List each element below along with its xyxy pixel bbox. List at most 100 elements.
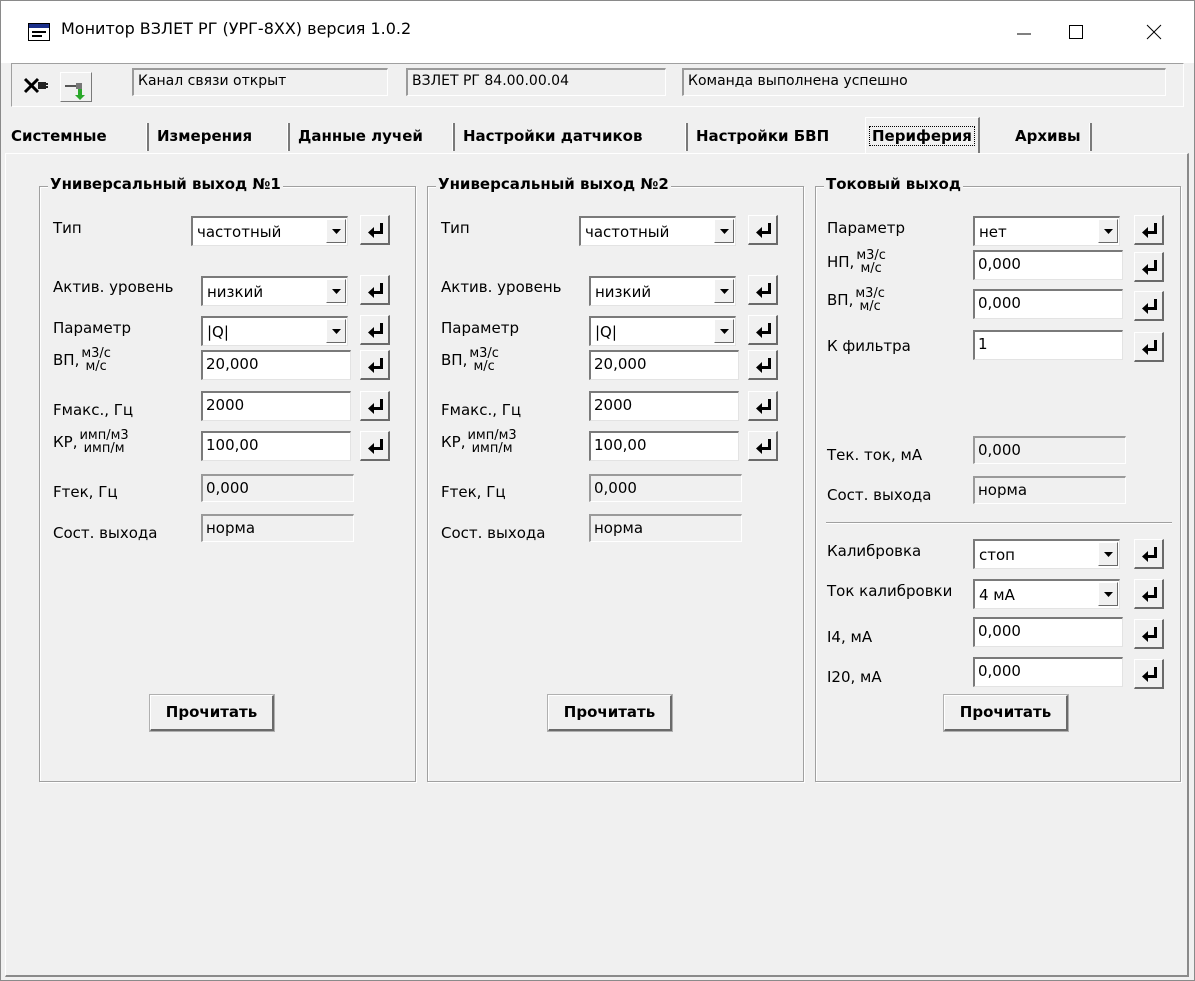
- active-level-label: Актив. уровень: [441, 278, 562, 296]
- parameter-select[interactable]: нет: [973, 216, 1120, 246]
- chevron-down-icon: [326, 319, 346, 343]
- tab-measurements[interactable]: Измерения: [153, 121, 256, 153]
- tab-beam-data[interactable]: Данные лучей: [294, 121, 427, 153]
- vp-label: ВП, м3/с м/с: [827, 286, 885, 314]
- close-button[interactable]: [1134, 15, 1174, 49]
- apply-type-button[interactable]: [360, 215, 390, 245]
- tab-peripherals[interactable]: Периферия: [865, 117, 980, 153]
- fmax-field[interactable]: 2000: [589, 391, 739, 421]
- vp-field[interactable]: 20,000: [589, 350, 739, 380]
- type-select[interactable]: частотный: [579, 216, 736, 246]
- chevron-down-icon: [1098, 219, 1118, 243]
- vp-label: ВП, м3/с м/с: [53, 346, 111, 374]
- apply-vp-button[interactable]: [360, 350, 390, 380]
- apply-kp-button[interactable]: [748, 431, 778, 461]
- state-label: Сост. выхода: [53, 524, 158, 542]
- apply-level-button[interactable]: [748, 275, 778, 305]
- apply-i4-button[interactable]: [1134, 619, 1164, 649]
- calibration-current-select[interactable]: 4 мА: [973, 579, 1120, 609]
- apply-fmax-button[interactable]: [360, 391, 390, 421]
- active-level-label: Актив. уровень: [53, 278, 174, 296]
- connect-button[interactable]: [60, 72, 92, 102]
- active-level-select[interactable]: низкий: [589, 276, 736, 306]
- tab-archives[interactable]: Архивы: [1011, 121, 1085, 153]
- apply-type-button[interactable]: [748, 215, 778, 245]
- type-label: Тип: [53, 219, 82, 237]
- current-ma-value: 0,000: [973, 436, 1126, 464]
- read-button[interactable]: Прочитать: [149, 694, 275, 732]
- status-device: ВЗЛЕТ РГ 84.00.00.04: [406, 68, 666, 96]
- apply-filter-k-button[interactable]: [1134, 332, 1164, 362]
- kp-field[interactable]: 100,00: [589, 431, 739, 461]
- universal-output-2-group: Универсальный выход №2 Тип частотный Акт…: [427, 175, 804, 782]
- tab-system[interactable]: Системные: [7, 121, 111, 153]
- type-select[interactable]: частотный: [191, 216, 348, 246]
- current-output-group: Токовый выход Параметр нет НП, м3/с м/с 0,…: [815, 175, 1181, 782]
- apply-kp-button[interactable]: [360, 431, 390, 461]
- active-level-select[interactable]: низкий: [201, 276, 348, 306]
- apply-np-button[interactable]: [1134, 252, 1164, 282]
- minimize-button[interactable]: [1004, 15, 1044, 49]
- np-field[interactable]: 0,000: [973, 250, 1123, 280]
- tab-bvp-settings[interactable]: Настройки БВП: [692, 121, 833, 153]
- i4-label: I4, мА: [827, 628, 873, 646]
- parameter-label: Параметр: [53, 319, 131, 337]
- type-label: Тип: [441, 219, 470, 237]
- parameter-label: Параметр: [441, 319, 519, 337]
- apply-vp-button[interactable]: [748, 350, 778, 380]
- status-channel: Канал связи открыт: [132, 68, 388, 96]
- tab-strip: Системные Измерения Данные лучей Настрой…: [7, 117, 1187, 153]
- parameter-select[interactable]: |Q|: [201, 316, 348, 346]
- fmax-label: Fмакс., Гц: [53, 401, 134, 419]
- chevron-down-icon: [714, 319, 734, 343]
- chevron-down-icon: [1098, 542, 1118, 566]
- state-label: Сост. выхода: [441, 524, 546, 542]
- connect-icon: [61, 83, 91, 105]
- maximize-button[interactable]: [1056, 15, 1096, 49]
- chevron-down-icon: [1098, 582, 1118, 606]
- read-button[interactable]: Прочитать: [943, 694, 1069, 732]
- vp-field[interactable]: 0,000: [973, 289, 1123, 319]
- chevron-down-icon: [326, 279, 346, 303]
- chevron-down-icon: [714, 279, 734, 303]
- disconnect-icon: [20, 77, 50, 102]
- i20-label: I20, мА: [827, 668, 882, 686]
- tab-content: Универсальный выход №1 Тип частотный Акт…: [5, 153, 1189, 977]
- apply-parameter-button[interactable]: [748, 315, 778, 345]
- vp-field[interactable]: 20,000: [201, 350, 351, 380]
- disconnect-button[interactable]: [20, 72, 52, 102]
- apply-parameter-button[interactable]: [1134, 215, 1164, 245]
- fmax-label: Fмакс., Гц: [441, 401, 522, 419]
- apply-level-button[interactable]: [360, 275, 390, 305]
- universal-output-1-group: Универсальный выход №1 Тип частотный Акт…: [39, 175, 416, 782]
- i20-field[interactable]: 0,000: [973, 657, 1123, 687]
- apply-parameter-button[interactable]: [360, 315, 390, 345]
- np-label: НП, м3/с м/с: [827, 248, 886, 276]
- parameter-label: Параметр: [827, 219, 905, 237]
- parameter-select[interactable]: |Q|: [589, 316, 736, 346]
- kp-field[interactable]: 100,00: [201, 431, 351, 461]
- apply-calibration-button[interactable]: [1134, 539, 1164, 569]
- current-ma-label: Тек. ток, мА: [827, 446, 923, 464]
- i4-field[interactable]: 0,000: [973, 617, 1123, 647]
- calibration-label: Калибровка: [827, 542, 922, 560]
- toolbar: Канал связи открыт ВЗЛЕТ РГ 84.00.00.04 …: [11, 63, 1184, 107]
- chevron-down-icon: [714, 219, 734, 243]
- window-title: Монитор ВЗЛЕТ РГ (УРГ-8ХХ) версия 1.0.2: [61, 19, 412, 38]
- divider: [826, 522, 1172, 524]
- apply-fmax-button[interactable]: [748, 391, 778, 421]
- app-icon: [28, 23, 50, 41]
- tab-sensor-settings[interactable]: Настройки датчиков: [459, 121, 646, 153]
- apply-calibration-current-button[interactable]: [1134, 579, 1164, 609]
- fmax-field[interactable]: 2000: [201, 391, 351, 421]
- group-title: Универсальный выход №1: [48, 175, 283, 193]
- filter-k-field[interactable]: 1: [973, 330, 1123, 360]
- ftek-value: 0,000: [201, 474, 354, 502]
- chevron-down-icon: [326, 219, 346, 243]
- apply-i20-button[interactable]: [1134, 659, 1164, 689]
- apply-vp-button[interactable]: [1134, 291, 1164, 321]
- state-label: Сост. выхода: [827, 486, 932, 504]
- read-button[interactable]: Прочитать: [547, 694, 673, 732]
- app-window: Монитор ВЗЛЕТ РГ (УРГ-8ХХ) версия 1.0.2: [0, 0, 1195, 981]
- calibration-select[interactable]: стоп: [973, 539, 1120, 569]
